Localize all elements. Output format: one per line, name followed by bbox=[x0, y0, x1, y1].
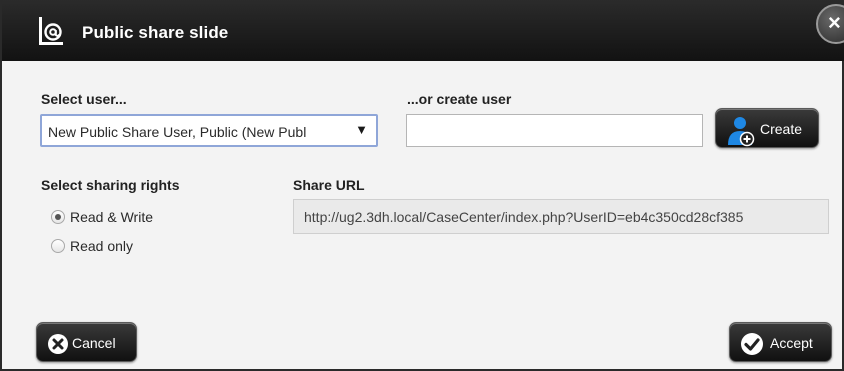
radio-button-checked[interactable] bbox=[51, 210, 65, 224]
share-at-icon bbox=[39, 17, 63, 45]
select-user-label: Select user... bbox=[41, 91, 127, 107]
share-url-field[interactable]: http://ug2.3dh.local/CaseCenter/index.ph… bbox=[293, 199, 829, 234]
checkmark-circle-icon bbox=[741, 333, 763, 355]
create-button[interactable]: Create bbox=[715, 108, 819, 148]
cancel-button-label: Cancel bbox=[72, 335, 116, 351]
share-dialog: Public share slide × Select user... New … bbox=[0, 0, 844, 371]
share-url-label: Share URL bbox=[293, 177, 365, 193]
select-user-value: New Public Share User, Public (New Publ bbox=[48, 124, 307, 140]
dropdown-arrow-icon: ▼ bbox=[355, 122, 368, 137]
radio-read-only-label: Read only bbox=[70, 238, 134, 254]
close-icon: × bbox=[828, 10, 841, 35]
cancel-button[interactable]: Cancel bbox=[36, 322, 137, 362]
add-user-icon bbox=[728, 117, 755, 147]
share-url-value: http://ug2.3dh.local/CaseCenter/index.ph… bbox=[304, 209, 744, 225]
dialog-titlebar[interactable]: Public share slide bbox=[2, 0, 844, 61]
radio-button-unchecked[interactable] bbox=[51, 239, 65, 253]
select-user-dropdown[interactable]: New Public Share User, Public (New Publ … bbox=[40, 114, 378, 147]
create-button-label: Create bbox=[760, 121, 803, 137]
close-circle-icon bbox=[48, 334, 68, 354]
accept-button-label: Accept bbox=[770, 335, 813, 351]
dialog-title: Public share slide bbox=[82, 23, 229, 42]
radio-read-write-label: Read & Write bbox=[70, 209, 153, 225]
accept-button[interactable]: Accept bbox=[729, 322, 832, 362]
create-user-input[interactable] bbox=[406, 114, 703, 147]
create-user-label: ...or create user bbox=[407, 91, 512, 107]
sharing-rights-label: Select sharing rights bbox=[41, 177, 180, 193]
